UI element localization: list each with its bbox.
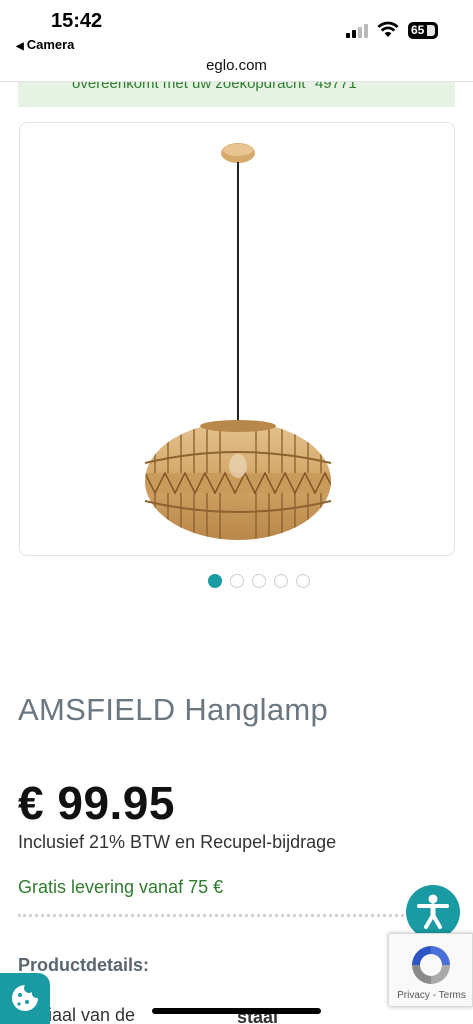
search-match-notice: overeenkomt met uw zoekopdracht "49771" xyxy=(18,82,455,107)
home-indicator xyxy=(152,1008,321,1014)
accessibility-icon xyxy=(417,894,449,929)
notice-text: overeenkomt met uw zoekopdracht "49771" xyxy=(72,82,362,92)
free-delivery-note: Gratis levering vanaf 75 € xyxy=(18,877,224,897)
product-title: AMSFIELD Hanglamp xyxy=(18,692,329,727)
back-app-label: Camera xyxy=(26,37,75,52)
product-image-card[interactable] xyxy=(19,122,455,556)
carousel-dot-1[interactable] xyxy=(208,574,222,588)
cookie-icon xyxy=(12,985,38,1011)
product-price: € 99.95 xyxy=(18,777,175,829)
back-to-app-link[interactable]: ◀ Camera xyxy=(16,37,74,52)
vat-note: Inclusief 21% BTW en Recupel-bijdrage xyxy=(18,832,337,852)
cookie-settings-button[interactable] xyxy=(0,973,50,1024)
divider xyxy=(18,914,410,917)
carousel-dots xyxy=(208,574,310,588)
battery-indicator: 65 xyxy=(408,22,438,39)
carousel-dot-2[interactable] xyxy=(230,574,244,588)
accessibility-button[interactable] xyxy=(406,885,460,939)
url-text: eglo.com xyxy=(206,57,267,74)
wifi-icon xyxy=(377,21,399,37)
recaptcha-icon xyxy=(412,946,450,984)
status-time: 15:42 xyxy=(51,10,103,32)
product-image xyxy=(144,143,332,540)
recaptcha-badge[interactable]: Privacy - Terms xyxy=(388,933,473,1007)
carousel-dot-5[interactable] xyxy=(296,574,310,588)
recaptcha-links[interactable]: Privacy - Terms xyxy=(389,990,473,1001)
url-bar[interactable]: eglo.com xyxy=(0,52,473,82)
back-triangle-icon: ◀ xyxy=(16,41,24,52)
carousel-dot-4[interactable] xyxy=(274,574,288,588)
cellular-signal-icon xyxy=(346,24,372,38)
carousel-dot-3[interactable] xyxy=(252,574,266,588)
status-bar: 15:42 ◀ Camera 65 xyxy=(0,0,473,56)
